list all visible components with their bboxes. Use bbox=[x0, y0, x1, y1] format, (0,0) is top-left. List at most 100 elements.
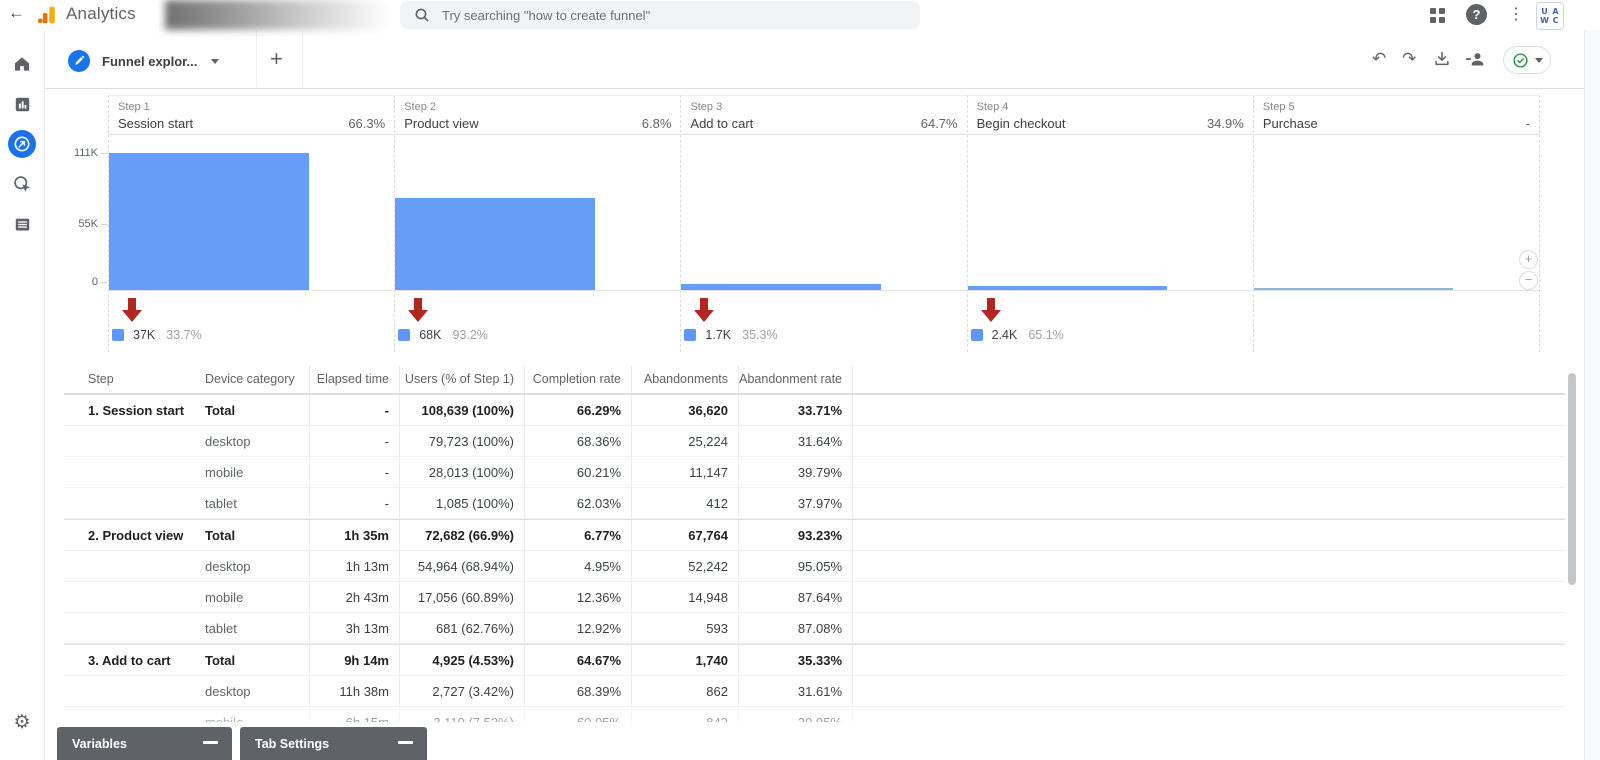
applied-steps-button[interactable] bbox=[1503, 46, 1551, 74]
table-row[interactable]: desktop 11h 38m 2,727 (3.42%) 68.39% 862… bbox=[64, 676, 1565, 707]
cell-device-category: desktop bbox=[200, 551, 310, 581]
check-circle-icon bbox=[1512, 52, 1529, 69]
legend-square-icon bbox=[112, 329, 124, 341]
cell-completion-rate: 68.36% bbox=[525, 426, 632, 456]
top-navbar: ← Analytics ? ⋮ UA WC bbox=[0, 0, 1600, 30]
funnel-plot-cell[interactable] bbox=[1254, 135, 1539, 291]
funnel-step-label: Step 2 bbox=[404, 101, 671, 113]
analytics-app: ← Analytics ? ⋮ UA WC bbox=[0, 0, 1600, 760]
cell-abandonments: 14,948 bbox=[632, 582, 739, 612]
back-arrow-icon[interactable]: ← bbox=[8, 3, 25, 23]
zoom-out-button[interactable]: − bbox=[1519, 271, 1538, 290]
table-row[interactable]: 3. Add to cart Total 9h 14m 4,925 (4.53%… bbox=[64, 644, 1565, 676]
cell-elapsed-time: 1h 35m bbox=[310, 520, 400, 550]
sidebar-item-reports[interactable] bbox=[0, 92, 44, 116]
cell-abandonments: 843 bbox=[632, 707, 739, 722]
edit-pencil-icon bbox=[68, 50, 90, 72]
cell-elapsed-time: - bbox=[310, 395, 400, 425]
apps-grid-icon[interactable] bbox=[1430, 8, 1445, 23]
cell-users: 4,925 (4.53%) bbox=[400, 645, 525, 675]
table-row[interactable]: desktop 1h 13m 54,964 (68.94%) 4.95% 52,… bbox=[64, 551, 1565, 582]
funnel-step-header: Step 1 Session start 66.3% bbox=[109, 95, 394, 135]
table-row[interactable]: mobile 6h 15m 2,110 (7.53%) 60.05% 843 3… bbox=[64, 707, 1565, 722]
table-row[interactable]: 1. Session start Total - 108,639 (100%) … bbox=[64, 394, 1565, 426]
search-input[interactable] bbox=[440, 7, 884, 24]
cell-completion-rate: 12.36% bbox=[525, 582, 632, 612]
funnel-step-label: Step 5 bbox=[1263, 101, 1530, 113]
col-header-users[interactable]: Users (% of Step 1) bbox=[400, 365, 525, 393]
funnel-abandonment-cell bbox=[1254, 291, 1539, 352]
funnel-plot-cell[interactable] bbox=[109, 135, 394, 291]
redo-icon[interactable]: ↷ bbox=[1402, 50, 1416, 68]
help-icon[interactable]: ? bbox=[1466, 4, 1487, 25]
abandonment-arrow-icon bbox=[694, 298, 714, 322]
col-header-step[interactable]: Step bbox=[64, 372, 200, 386]
col-header-elapsed-time[interactable]: Elapsed time bbox=[310, 365, 400, 393]
download-icon[interactable] bbox=[1432, 49, 1452, 69]
more-vertical-icon[interactable]: ⋮ bbox=[1508, 4, 1524, 24]
sidebar-item-advertising[interactable] bbox=[0, 172, 44, 196]
funnel-columns: Step 1 Session start 66.3% 37K 33.7% Ste… bbox=[108, 95, 1540, 352]
cell-abandonment-rate: 31.61% bbox=[739, 676, 853, 706]
cell-completion-rate: 62.03% bbox=[525, 488, 632, 518]
right-scroll-gutter bbox=[1584, 30, 1600, 760]
funnel-bar[interactable] bbox=[395, 198, 595, 290]
funnel-bar[interactable] bbox=[1254, 288, 1454, 290]
active-exploration-tab[interactable]: Funnel explor... bbox=[68, 46, 219, 76]
col-header-device-category[interactable]: Device category bbox=[200, 365, 310, 393]
variables-panel[interactable]: Variables bbox=[57, 727, 232, 760]
table-row[interactable]: desktop - 79,723 (100%) 68.36% 25,224 31… bbox=[64, 426, 1565, 457]
table-header-row: Step Device category Elapsed time Users … bbox=[64, 365, 1565, 394]
abandonment-count: 68K bbox=[419, 328, 441, 342]
sidebar-item-library[interactable] bbox=[0, 212, 44, 236]
table-row[interactable]: 2. Product view Total 1h 35m 72,682 (66.… bbox=[64, 519, 1565, 551]
sidebar-item-explore[interactable] bbox=[0, 132, 44, 156]
funnel-plot-cell[interactable] bbox=[681, 135, 966, 291]
funnel-bar[interactable] bbox=[968, 286, 1168, 290]
abandonment-count: 37K bbox=[133, 328, 155, 342]
funnel-step-header: Step 2 Product view 6.8% bbox=[395, 95, 680, 135]
funnel-plot-cell[interactable] bbox=[968, 135, 1253, 291]
cell-completion-rate: 4.95% bbox=[525, 551, 632, 581]
vertical-scrollbar-thumb[interactable] bbox=[1568, 373, 1576, 585]
funnel-plot-cell[interactable] bbox=[395, 135, 680, 291]
funnel-bar[interactable] bbox=[681, 284, 881, 290]
undo-icon[interactable]: ↶ bbox=[1372, 50, 1386, 68]
y-axis-tick bbox=[101, 153, 108, 154]
col-header-completion-rate[interactable]: Completion rate bbox=[525, 365, 632, 393]
account-avatar[interactable]: UA WC bbox=[1536, 2, 1564, 30]
col-header-abandonment-rate[interactable]: Abandonment rate bbox=[739, 365, 853, 393]
search-bar[interactable] bbox=[400, 1, 920, 29]
table-row[interactable]: tablet 3h 13m 681 (62.76%) 12.92% 593 87… bbox=[64, 613, 1565, 644]
admin-gear-icon[interactable]: ⚙ bbox=[0, 711, 44, 734]
cell-step: 1. Session start bbox=[64, 403, 200, 418]
abandonment-rate: 33.7% bbox=[166, 328, 201, 342]
funnel-step-name: Add to cart bbox=[690, 116, 753, 131]
funnel-step-column: Step 2 Product view 6.8% 68K 93.2% bbox=[395, 95, 681, 352]
col-header-abandonments[interactable]: Abandonments bbox=[632, 365, 739, 393]
cell-device-category: tablet bbox=[200, 488, 310, 518]
redacted-property-selector[interactable] bbox=[165, 0, 390, 30]
funnel-bar[interactable] bbox=[109, 153, 309, 290]
cell-abandonments: 593 bbox=[632, 613, 739, 643]
sidebar-item-home[interactable] bbox=[0, 52, 44, 76]
table-row[interactable]: mobile 2h 43m 17,056 (60.89%) 12.36% 14,… bbox=[64, 582, 1565, 613]
analytics-logo-icon[interactable] bbox=[36, 4, 58, 26]
funnel-step-column: Step 1 Session start 66.3% 37K 33.7% bbox=[109, 95, 395, 352]
share-users-icon[interactable] bbox=[1464, 49, 1486, 69]
cell-users: 54,964 (68.94%) bbox=[400, 551, 525, 581]
tab-settings-panel[interactable]: Tab Settings bbox=[240, 727, 427, 760]
cell-step: 2. Product view bbox=[64, 528, 200, 543]
zoom-in-button[interactable]: + bbox=[1519, 250, 1538, 269]
minimize-icon[interactable] bbox=[398, 741, 413, 744]
abandonment-count: 2.4K bbox=[992, 328, 1018, 342]
funnel-step-completion: 64.7% bbox=[921, 116, 958, 131]
add-tab-button[interactable]: + bbox=[270, 48, 283, 70]
minimize-icon[interactable] bbox=[203, 741, 218, 744]
cell-device-category: mobile bbox=[200, 457, 310, 487]
table-row[interactable]: tablet - 1,085 (100%) 62.03% 412 37.97% bbox=[64, 488, 1565, 519]
cell-device-category: Total bbox=[200, 395, 310, 425]
table-row[interactable]: mobile - 28,013 (100%) 60.21% 11,147 39.… bbox=[64, 457, 1565, 488]
funnel-abandonment-cell: 37K 33.7% bbox=[109, 291, 394, 352]
cell-abandonment-rate: 87.08% bbox=[739, 613, 853, 643]
